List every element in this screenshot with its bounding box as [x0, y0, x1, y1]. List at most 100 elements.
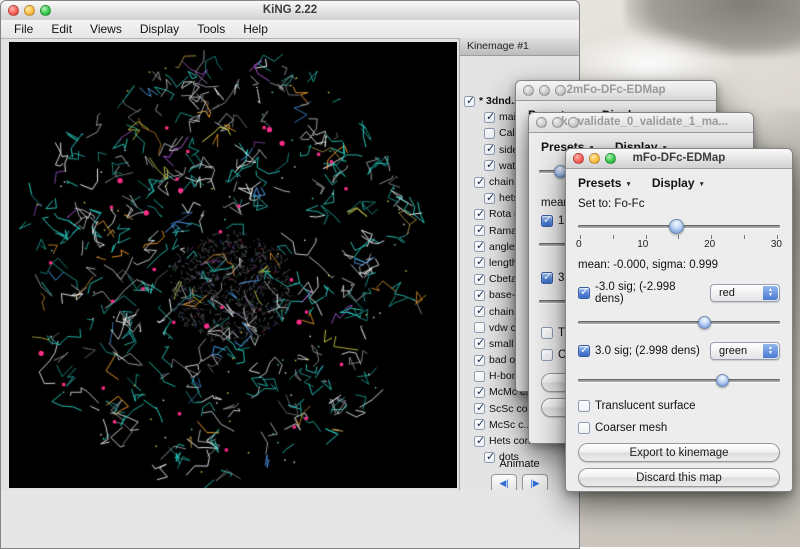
- sigma-low-checkbox[interactable]: [541, 215, 553, 227]
- step-back-icon: ◀|: [499, 478, 508, 489]
- window-controls: [536, 117, 579, 128]
- item-checkbox[interactable]: [474, 290, 485, 301]
- neg-sigma-row: -3.0 sig; (-2.998 dens) red ▲▼: [578, 281, 780, 305]
- menu-display[interactable]: Display: [131, 21, 188, 37]
- coarser-row: Coarser mesh: [578, 422, 780, 434]
- bottom-control-bar: Zoom Clipping Pick center Show text Show…: [1, 490, 579, 548]
- menu-tools[interactable]: Tools: [188, 21, 234, 37]
- pka-validate-title-bar[interactable]: pka-validate_0_validate_1_ma...: [529, 113, 753, 133]
- item-checkbox[interactable]: [474, 306, 485, 317]
- animate-section: Animate ◀| |▶: [460, 458, 579, 493]
- slider-track: [578, 379, 780, 382]
- menu-bar: FileEditViewsDisplayToolsHelp: [1, 20, 579, 39]
- item-checkbox[interactable]: [474, 403, 485, 414]
- window-controls: [8, 5, 51, 16]
- coarser-label: Coarser mesh: [595, 422, 667, 434]
- discard-map-button[interactable]: Discard this map: [578, 468, 780, 487]
- close-icon[interactable]: [573, 153, 584, 164]
- item-checkbox[interactable]: [484, 160, 495, 171]
- edmap-2mfo-title-bar[interactable]: 2mFo-DFc-EDMap: [516, 81, 716, 101]
- item-checkbox[interactable]: [474, 257, 485, 268]
- kinemage-panel-title[interactable]: Kinemage #1: [460, 38, 579, 56]
- neg-sigma-slider[interactable]: [578, 315, 780, 330]
- slider-tick-labels: 0 10 20 30: [576, 239, 782, 250]
- minimize-icon[interactable]: [552, 117, 563, 128]
- export-to-kinemage-button[interactable]: Export to kinemage: [578, 443, 780, 462]
- translucent-row: Translucent surface: [578, 400, 780, 412]
- pos-color-dropdown[interactable]: green ▲▼: [710, 342, 780, 360]
- item-checkbox[interactable]: [474, 274, 485, 285]
- edmap-mfo-menus: Presets ▼ Display ▼: [566, 169, 792, 192]
- edmap-mfo-window: mFo-DFc-EDMap Presets ▼ Display ▼ Set to…: [565, 148, 793, 492]
- pos-sigma-slider[interactable]: [578, 373, 780, 388]
- window-title: 2mFo-DFc-EDMap: [566, 84, 665, 96]
- close-icon[interactable]: [536, 117, 547, 128]
- minimize-icon[interactable]: [24, 5, 35, 16]
- popup-stepper-icon: ▲▼: [763, 344, 778, 358]
- menu-edit[interactable]: Edit: [42, 21, 81, 37]
- zoom-window-icon[interactable]: [555, 85, 566, 96]
- sigma-low-label: 1: [558, 215, 564, 227]
- minimize-icon[interactable]: [539, 85, 550, 96]
- slider-thumb[interactable]: [716, 374, 729, 387]
- main-title-bar[interactable]: KiNG 2.22: [1, 1, 579, 21]
- item-checkbox[interactable]: [474, 355, 485, 366]
- item-label: McSc c...: [489, 419, 532, 431]
- contour-level-slider[interactable]: [578, 219, 780, 234]
- edmap-mfo-title-bar[interactable]: mFo-DFc-EDMap: [566, 149, 792, 169]
- item-checkbox[interactable]: [474, 436, 485, 447]
- pos-sigma-label: 3.0 sig; (2.998 dens): [595, 345, 700, 357]
- translucent-checkbox[interactable]: [578, 400, 590, 412]
- item-checkbox[interactable]: [474, 241, 485, 252]
- item-checkbox[interactable]: [484, 112, 495, 123]
- item-checkbox[interactable]: [474, 371, 485, 382]
- molecule-canvas[interactable]: [9, 42, 457, 488]
- item-checkbox[interactable]: [474, 177, 485, 188]
- pos-sigma-checkbox[interactable]: [578, 345, 590, 357]
- item-checkbox[interactable]: [484, 144, 495, 155]
- window-controls: [523, 85, 566, 96]
- item-checkbox[interactable]: [474, 322, 485, 333]
- neg-sigma-checkbox[interactable]: [578, 287, 590, 299]
- neg-sigma-label: -3.0 sig; (-2.998 dens): [595, 281, 705, 305]
- slider-thumb[interactable]: [698, 316, 711, 329]
- step-forward-icon: |▶: [530, 478, 539, 489]
- translucent-label: T: [558, 327, 565, 339]
- neg-color-dropdown[interactable]: red ▲▼: [710, 284, 780, 302]
- menu-file[interactable]: File: [5, 21, 42, 37]
- item-checkbox[interactable]: [474, 225, 485, 236]
- chevron-down-icon: ▼: [699, 181, 705, 188]
- item-checkbox[interactable]: [484, 128, 495, 139]
- mean-sigma-label: mean: -0.000, sigma: 0.999: [578, 259, 780, 271]
- coarser-checkbox[interactable]: [541, 349, 553, 361]
- window-controls: [573, 153, 616, 164]
- set-to-label: Set to: Fo-Fc: [578, 198, 780, 210]
- item-checkbox[interactable]: [474, 387, 485, 398]
- display-menu[interactable]: Display ▼: [652, 176, 705, 190]
- slider-track: [578, 321, 780, 324]
- menu-help[interactable]: Help: [234, 21, 277, 37]
- zoom-window-icon[interactable]: [568, 117, 579, 128]
- item-checkbox[interactable]: [484, 193, 495, 204]
- item-checkbox[interactable]: [474, 419, 485, 430]
- item-checkbox[interactable]: [474, 338, 485, 349]
- menu-views[interactable]: Views: [81, 21, 131, 37]
- zoom-window-icon[interactable]: [40, 5, 51, 16]
- zoom-window-icon[interactable]: [605, 153, 616, 164]
- minimize-icon[interactable]: [589, 153, 600, 164]
- slider-thumb[interactable]: [669, 219, 684, 234]
- item-checkbox[interactable]: [474, 209, 485, 220]
- king-main-window: KiNG 2.22 FileEditViewsDisplayToolsHelp …: [0, 0, 580, 549]
- sigma-high-checkbox[interactable]: [541, 272, 553, 284]
- window-title: KiNG 2.22: [263, 4, 317, 16]
- animate-label: Animate: [460, 458, 579, 470]
- presets-menu[interactable]: Presets ▼: [578, 176, 632, 190]
- desktop-background: KiNG 2.22 FileEditViewsDisplayToolsHelp …: [0, 0, 800, 547]
- item-label: * 3dnd...: [479, 95, 520, 107]
- translucent-checkbox[interactable]: [541, 327, 553, 339]
- coarser-checkbox[interactable]: [578, 422, 590, 434]
- item-checkbox[interactable]: [464, 96, 475, 107]
- close-icon[interactable]: [523, 85, 534, 96]
- translucent-label: Translucent surface: [595, 400, 696, 412]
- close-icon[interactable]: [8, 5, 19, 16]
